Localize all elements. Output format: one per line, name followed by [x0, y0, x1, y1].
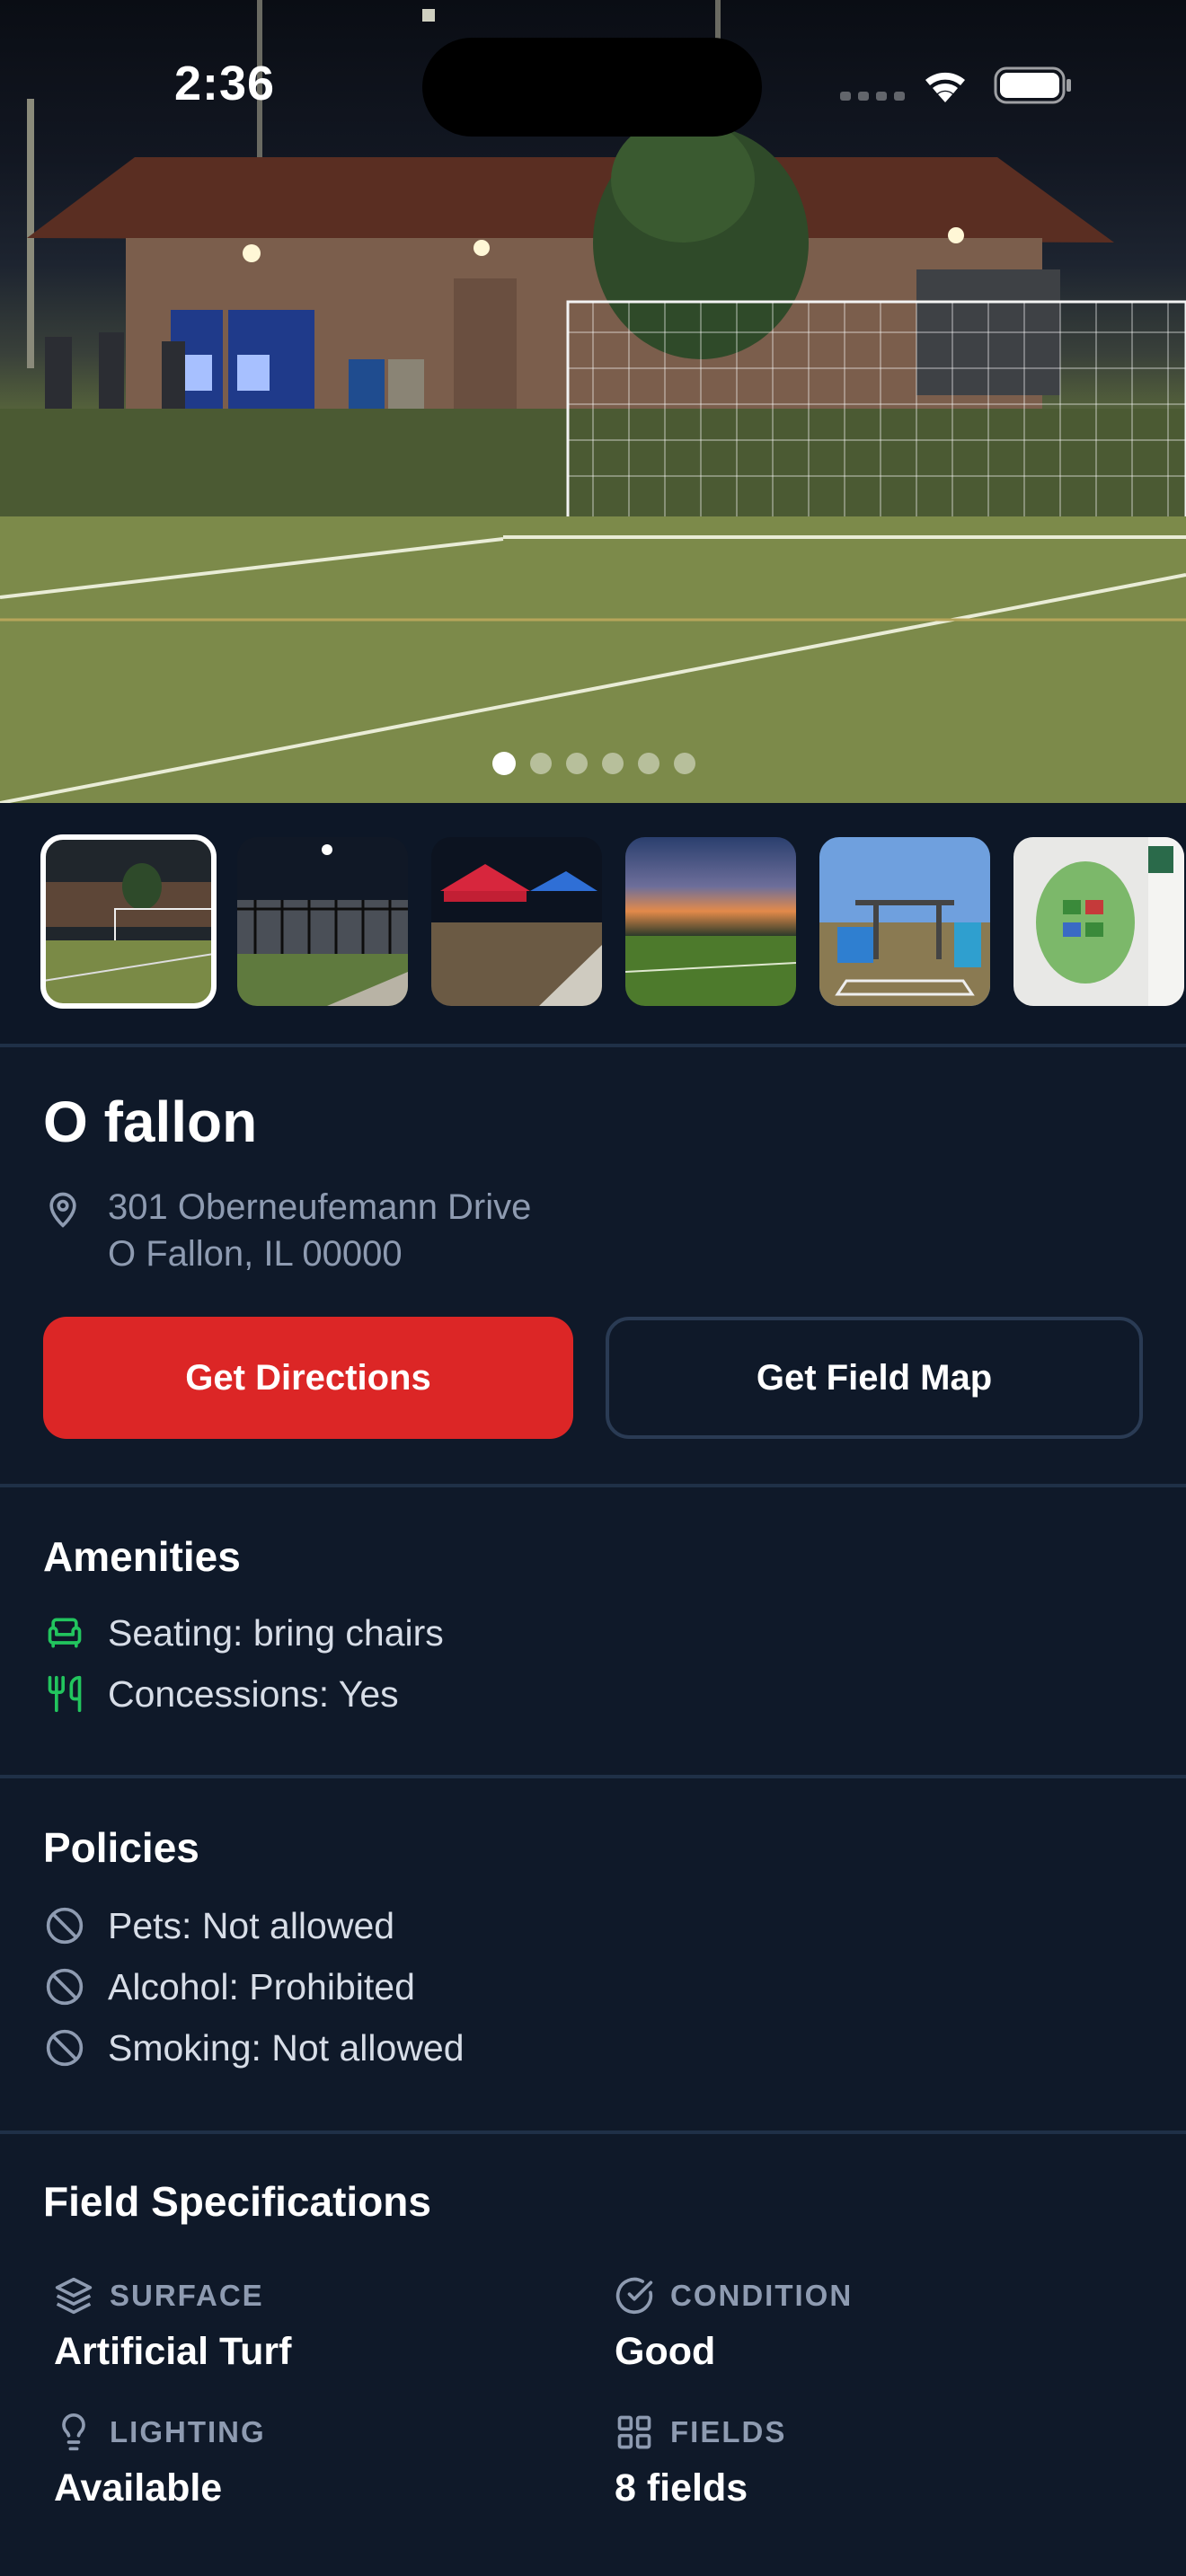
hero-photo[interactable]: 2:36 — [0, 0, 1186, 803]
lightbulb-icon — [62, 2413, 85, 2451]
spec-label: LIGHTING — [110, 2415, 266, 2448]
dynamic-island — [422, 38, 762, 137]
spec-value: Available — [54, 2466, 223, 2510]
thumbnail-strip[interactable] — [0, 803, 1186, 1047]
spec-label: FIELDS — [670, 2415, 787, 2448]
field-specs-heading: Field Specifications — [43, 2178, 431, 2225]
utensils-icon — [43, 1672, 86, 1716]
amenity-text: Seating: bring chairs — [108, 1611, 444, 1654]
get-field-map-button[interactable]: Get Field Map — [606, 1317, 1143, 1439]
page-dot[interactable] — [638, 753, 659, 774]
ban-icon — [43, 1904, 86, 1947]
page-indicator[interactable] — [492, 752, 695, 775]
section-divider — [0, 2130, 1186, 2134]
get-directions-button[interactable]: Get Directions — [43, 1317, 573, 1439]
park-map-photo — [1013, 837, 1184, 1006]
spec-label: CONDITION — [670, 2279, 854, 2312]
amenity-item: Concessions: Yes — [43, 1671, 399, 1717]
spec-value: 8 fields — [615, 2466, 748, 2510]
thumbnail-tents[interactable] — [431, 837, 602, 1006]
spec-surface: SURFACE Artificial Turf — [54, 2276, 291, 2374]
thumbnail-field-goal[interactable] — [40, 834, 217, 1009]
venue-title: O fallon — [43, 1090, 258, 1154]
page-dot[interactable] — [602, 753, 624, 774]
policy-text: Smoking: Not allowed — [108, 2026, 465, 2069]
layers-icon — [55, 2277, 93, 2315]
thumbnail-playground[interactable] — [819, 837, 990, 1006]
map-pin-icon — [49, 1192, 76, 1228]
check-circle-icon — [615, 2277, 653, 2315]
policy-item: Smoking: Not allowed — [43, 2025, 465, 2071]
spec-value: Good — [615, 2330, 716, 2373]
status-icons — [840, 66, 1071, 104]
tents-photo — [431, 837, 602, 1006]
wifi-icon — [925, 72, 965, 102]
battery-icon — [994, 66, 1071, 104]
page-dot[interactable] — [530, 753, 552, 774]
spec-lighting: LIGHTING Available — [54, 2413, 266, 2510]
policy-item: Alcohol: Prohibited — [43, 1963, 415, 2010]
cellular-signal-icon — [840, 92, 905, 101]
policy-text: Alcohol: Prohibited — [108, 1965, 415, 2007]
page-dot[interactable] — [566, 753, 588, 774]
page-dot[interactable] — [492, 752, 516, 775]
address-line-1: 301 Oberneufemann Drive — [108, 1187, 532, 1227]
armchair-icon — [43, 1611, 86, 1654]
thumbnail-bleachers[interactable] — [237, 837, 408, 1006]
page-dot[interactable] — [674, 753, 695, 774]
spec-label: SURFACE — [110, 2279, 264, 2312]
thumbnail-park-map[interactable] — [1013, 837, 1184, 1006]
policy-item: Pets: Not allowed — [43, 1902, 394, 1949]
field-goal-photo — [43, 837, 214, 1006]
spec-value: Artificial Turf — [54, 2330, 292, 2373]
grid-icon — [617, 2415, 651, 2449]
amenity-item: Seating: bring chairs — [43, 1610, 444, 1656]
status-time: 2:36 — [174, 57, 276, 110]
amenity-text: Concessions: Yes — [108, 1672, 399, 1715]
policy-text: Pets: Not allowed — [108, 1904, 395, 1946]
ban-icon — [43, 2026, 86, 2069]
address-line-2: O Fallon, IL 00000 — [108, 1234, 403, 1274]
bleachers-photo — [237, 837, 408, 1006]
ban-icon — [43, 1965, 86, 2008]
spec-condition: CONDITION Good — [615, 2276, 853, 2374]
sunset-field-photo — [625, 837, 796, 1006]
spec-fields: FIELDS 8 fields — [615, 2413, 786, 2510]
section-divider — [0, 1775, 1186, 1778]
thumbnail-sunset-field[interactable] — [625, 837, 796, 1006]
playground-photo — [819, 837, 990, 1006]
section-divider — [0, 1484, 1186, 1487]
venue-address[interactable]: 301 Oberneufemann Drive O Fallon, IL 000… — [108, 1184, 531, 1277]
amenities-heading: Amenities — [43, 1533, 241, 1580]
policies-heading: Policies — [43, 1824, 199, 1871]
